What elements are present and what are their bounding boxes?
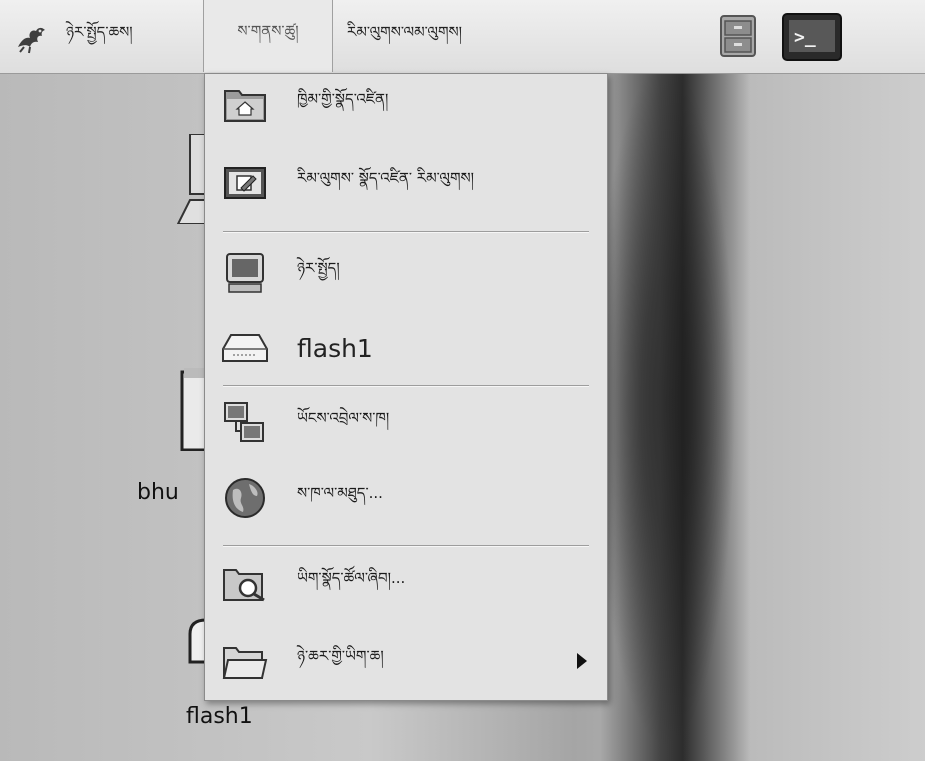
menu-item-label: ཡིག་སྣོད་ཚོལ་ཞིབ།...	[297, 569, 406, 587]
desktop-folder-icon	[221, 163, 269, 203]
globe-icon	[221, 478, 269, 518]
distro-logo-icon[interactable]	[14, 0, 52, 73]
file-cabinet-icon	[720, 15, 756, 57]
computer-icon	[221, 253, 269, 293]
search-folder-icon	[221, 563, 269, 603]
menu-item-recent[interactable]: ཉེ་ཆར་གྱི་ཡིག་ཆ།	[205, 634, 607, 688]
menu-item-connect-server[interactable]: ས་ཁ་ལ་མཐུད་...	[205, 471, 607, 525]
dragon-logo-icon	[18, 27, 45, 53]
system-menu[interactable]: རིམ་ལུགས་ལམ་ལུགས།	[347, 0, 462, 73]
menu-item-label: ས་ཁ་ལ་མཐུད་...	[297, 484, 383, 502]
menu-item-label: རིམ་ལུགས་ སྣོད་འཛིན་ རིམ་ལུགས།	[297, 169, 474, 187]
places-dropdown-menu: ཁྱིམ་གྱི་སྣོད་འཛིན། རིམ་ལུགས་ སྣོད་འཛིན་…	[204, 73, 608, 701]
menu-separator	[223, 231, 589, 233]
terminal-icon: >_	[782, 13, 842, 61]
terminal-prompt: >_	[794, 27, 816, 48]
menu-item-desktop[interactable]: རིམ་ལུགས་ སྣོད་འཛིན་ རིམ་ལུགས།	[205, 156, 607, 210]
submenu-arrow-icon	[577, 653, 587, 669]
drive-icon	[221, 328, 269, 368]
desktop-icon-label-bhu[interactable]: bhu	[137, 480, 179, 505]
menu-item-home[interactable]: ཁྱིམ་གྱི་སྣོད་འཛིན།	[205, 77, 607, 131]
places-menu-label: ས་གནས་ཚུ།	[237, 22, 299, 40]
recent-folder-icon	[221, 641, 269, 681]
applications-menu[interactable]: ཉེར་སྤྱོད་ཆས།	[66, 0, 133, 73]
home-folder-icon	[221, 84, 269, 124]
wallpaper-streak	[600, 74, 750, 761]
places-menu[interactable]: ས་གནས་ཚུ།	[203, 0, 333, 72]
menu-item-flash1[interactable]: flash1	[205, 321, 607, 375]
menu-item-computer[interactable]: ཉེར་སྤྱོད།	[205, 246, 607, 300]
menu-item-label: ཉེ་ཆར་གྱི་ཡིག་ཆ།	[297, 647, 384, 665]
menu-item-label: flash1	[297, 333, 373, 363]
menu-separator	[223, 545, 589, 547]
terminal-launcher[interactable]: >_	[781, 12, 842, 61]
file-cabinet-launcher[interactable]	[713, 12, 763, 60]
menu-item-label: ཡོངས་འབྲེལ་ས་ཁ།	[297, 409, 390, 427]
menu-separator	[223, 385, 589, 387]
menu-item-label: ཉེར་སྤྱོད།	[297, 259, 340, 277]
menu-item-search[interactable]: ཡིག་སྣོད་ཚོལ་ཞིབ།...	[205, 556, 607, 610]
system-menu-label: རིམ་ལུགས་ལམ་ལུགས།	[347, 22, 462, 41]
network-icon	[221, 402, 269, 443]
applications-menu-label: ཉེར་སྤྱོད་ཆས།	[66, 22, 133, 41]
menu-item-label: ཁྱིམ་གྱི་སྣོད་འཛིན།	[297, 90, 389, 108]
desktop-icon-label-flash1[interactable]: flash1	[186, 704, 253, 729]
top-panel: ཉེར་སྤྱོད་ཆས། ས་གནས་ཚུ། རིམ་ལུགས་ལམ་ལུགས…	[0, 0, 925, 74]
menu-item-network[interactable]: ཡོངས་འབྲེལ་ས་ཁ།	[205, 396, 607, 450]
